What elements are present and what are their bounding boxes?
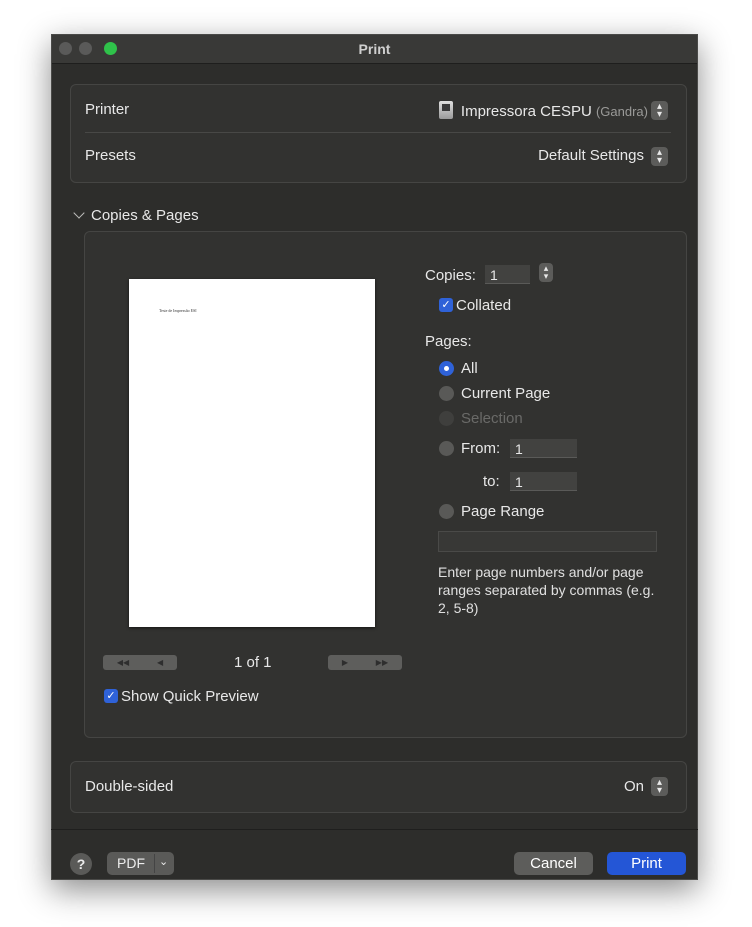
show-quick-preview-label: Show Quick Preview xyxy=(121,688,259,705)
preview-back-buttons[interactable]: ◀◀ ◀ xyxy=(103,655,177,670)
pdf-button-separator xyxy=(154,854,155,873)
page-range-input[interactable] xyxy=(438,531,657,552)
first-page-icon[interactable]: ◀◀ xyxy=(117,658,129,667)
pages-all-radio[interactable] xyxy=(439,361,454,376)
chevron-down-icon xyxy=(73,207,85,219)
previous-page-icon[interactable]: ◀ xyxy=(157,658,163,667)
page-preview: Teste de Impressão ESI xyxy=(129,279,375,627)
preview-forward-buttons[interactable]: ▶ ▶▶ xyxy=(328,655,402,670)
next-page-icon[interactable]: ▶ xyxy=(342,658,348,667)
chevron-down-icon[interactable]: ⌄ xyxy=(159,855,168,868)
pages-from-label: From: xyxy=(461,440,501,457)
printer-name: Impressora CESPU xyxy=(460,103,592,120)
printer-popup[interactable]: Impressora CESPU (Gandra) xyxy=(438,101,648,120)
copies-label: Copies: xyxy=(425,267,476,284)
copies-pages-disclosure[interactable]: Copies & Pages xyxy=(73,207,199,224)
collated-label: Collated xyxy=(456,297,512,314)
pages-label: Pages: xyxy=(425,333,472,350)
double-sided-updown-icon[interactable]: ▴ ▾ xyxy=(651,777,668,796)
presets-popup[interactable]: Default Settings xyxy=(538,147,644,164)
preview-page-text: Teste de Impressão ESI xyxy=(159,308,197,313)
pages-current-label: Current Page xyxy=(461,385,551,402)
panel-divider xyxy=(85,132,671,133)
pages-from-radio[interactable] xyxy=(439,441,454,456)
pages-all-label: All xyxy=(461,360,478,377)
presets-updown-icon[interactable]: ▴ ▾ xyxy=(651,147,668,166)
printer-label: Printer xyxy=(85,101,130,118)
page-range-hint: Enter page numbers and/or page ranges se… xyxy=(438,564,655,616)
section-title: Copies & Pages xyxy=(91,207,199,224)
double-sided-label: Double-sided xyxy=(85,778,174,795)
pages-current-radio[interactable] xyxy=(439,386,454,401)
printer-updown-icon[interactable]: ▴ ▾ xyxy=(651,101,668,120)
collated-checkbox[interactable]: ✓ xyxy=(439,298,453,312)
last-page-icon[interactable]: ▶▶ xyxy=(376,658,388,667)
printer-presets-panel xyxy=(70,84,687,183)
pages-range-radio[interactable] xyxy=(439,504,454,519)
cancel-button[interactable]: Cancel xyxy=(514,852,593,875)
print-button[interactable]: Print xyxy=(607,852,686,875)
title-bar: Print xyxy=(52,35,697,64)
pdf-label: PDF xyxy=(117,855,145,871)
printer-icon xyxy=(438,101,453,119)
window-title: Print xyxy=(358,41,391,57)
to-page-input[interactable]: 1 xyxy=(510,472,577,491)
page-counter: 1 of 1 xyxy=(234,654,272,671)
from-page-input[interactable]: 1 xyxy=(510,439,577,458)
pages-selection-label: Selection xyxy=(461,410,523,427)
pdf-menu-button[interactable]: PDF ⌄ xyxy=(107,852,174,875)
help-button[interactable]: ? xyxy=(70,853,92,875)
double-sided-popup[interactable]: On xyxy=(624,778,644,795)
printer-location: (Gandra) xyxy=(595,104,648,119)
pages-range-label: Page Range xyxy=(461,503,545,520)
presets-label: Presets xyxy=(85,147,136,164)
pages-selection-radio xyxy=(439,411,454,426)
show-quick-preview-checkbox[interactable]: ✓ xyxy=(104,689,118,703)
copies-input[interactable]: 1 xyxy=(485,265,530,284)
copies-stepper[interactable]: ▴ ▾ xyxy=(539,263,553,282)
footer-separator xyxy=(51,829,698,830)
to-label: to: xyxy=(483,473,500,490)
